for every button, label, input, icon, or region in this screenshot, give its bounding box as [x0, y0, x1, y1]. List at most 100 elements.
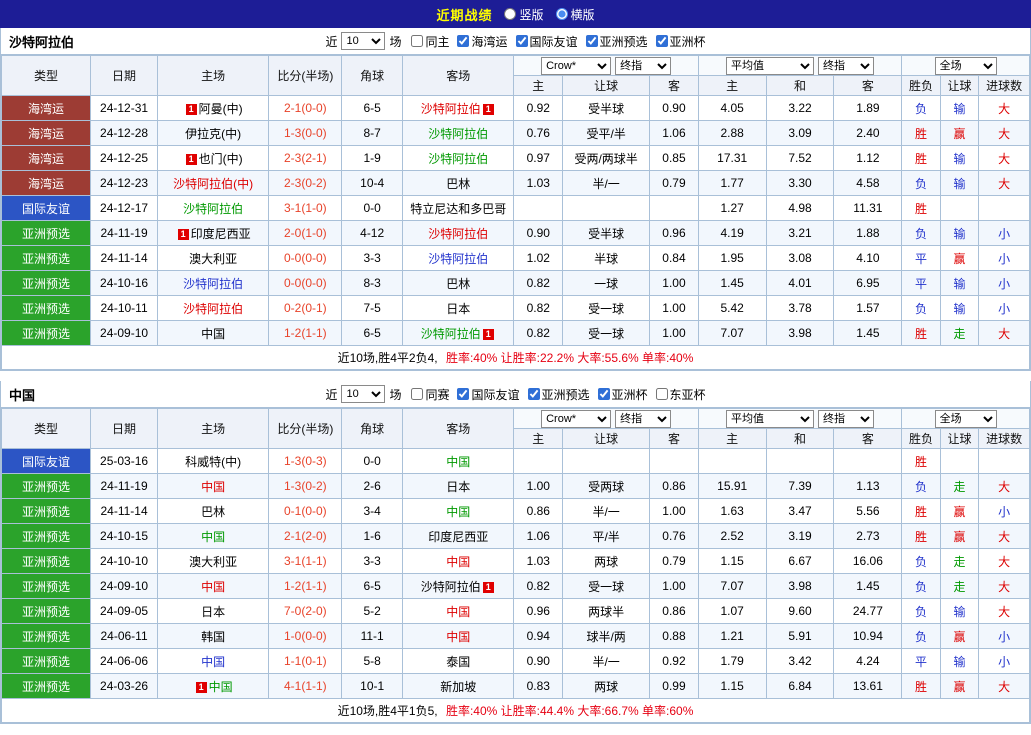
odds-handicap-cell-text: 受一球	[588, 580, 624, 594]
average-final-select[interactable]: 终指	[818, 57, 874, 75]
filter-checkbox-label: 国际友谊	[530, 33, 578, 50]
team-section-saudi-arabia: 沙特阿拉伯 近 10 场 同主海湾运国际友谊亚洲预选亚洲杯 类型 日期 主场 比…	[0, 28, 1031, 371]
filter-checkbox-option[interactable]: 亚洲预选	[586, 33, 648, 50]
competition-badge: 亚洲预选	[2, 474, 91, 499]
score-cell-text: 2-3(2-1)	[284, 151, 327, 165]
filter-checkbox-option[interactable]: 国际友谊	[516, 33, 578, 50]
avg-away-cell-text: 13.61	[853, 679, 883, 693]
avg-draw-cell: 6.84	[766, 674, 834, 699]
score-cell-text: 2-3(0-2)	[284, 176, 327, 190]
filter-checkbox[interactable]	[457, 388, 469, 400]
result-handicap-cell: 走	[940, 574, 978, 599]
date-cell: 24-09-10	[91, 321, 158, 346]
score-cell: 2-3(2-1)	[269, 146, 342, 171]
result-winloss-cell: 胜	[902, 146, 940, 171]
competition-badge-text: 亚洲预选	[22, 530, 70, 544]
score-cell-text: 2-1(0-0)	[284, 101, 327, 115]
average-final-select[interactable]: 终指	[818, 410, 874, 428]
horizontal-layout-radio[interactable]	[556, 8, 568, 20]
layout-radio-horizontal[interactable]: 横版	[556, 6, 595, 23]
average-select[interactable]: 平均值	[726, 57, 814, 75]
team-name: 沙特阿拉伯	[183, 277, 243, 291]
filter-checkbox[interactable]	[516, 35, 528, 47]
odds-home-cell	[514, 449, 563, 474]
filter-checkbox[interactable]	[656, 35, 668, 47]
avg-away-cell-text: 1.57	[856, 301, 879, 315]
date-cell: 24-09-05	[91, 599, 158, 624]
filter-checkbox[interactable]	[411, 35, 423, 47]
filter-checkbox-option[interactable]: 东亚杯	[656, 386, 706, 403]
result-winloss-cell: 胜	[902, 321, 940, 346]
result-goals-cell-text: 大	[998, 102, 1010, 116]
away-team-cell: 沙特阿拉伯1	[403, 574, 514, 599]
odds-handicap-cell: 受一球	[563, 574, 650, 599]
odds-away-cell-text: 0.84	[662, 251, 685, 265]
filter-checkbox[interactable]	[411, 388, 423, 400]
competition-badge: 国际友谊	[2, 449, 91, 474]
result-winloss-cell: 负	[902, 624, 940, 649]
odds-away-cell: 1.00	[650, 271, 699, 296]
team-name: 伊拉克(中)	[185, 127, 241, 141]
team-name: 巴林	[446, 277, 470, 291]
filter-checkbox-option[interactable]: 亚洲杯	[598, 386, 648, 403]
fulltime-select[interactable]: 全场	[935, 410, 997, 428]
avg-draw-cell-text: 6.67	[788, 554, 811, 568]
odds-away-cell-text: 1.06	[662, 126, 685, 140]
odds-home-cell-text: 0.86	[527, 504, 550, 518]
filter-checkbox[interactable]	[457, 35, 469, 47]
odds-handicap-cell: 半/一	[563, 649, 650, 674]
odds-home-cell-text: 0.76	[527, 126, 550, 140]
filter-checkbox-option[interactable]: 海湾运	[457, 33, 507, 50]
layout-radio-vertical[interactable]: 竖版	[504, 6, 543, 23]
match-row: 海湾运24-12-23沙特阿拉伯(中)2-3(0-2)10-4巴林1.03半/一…	[2, 171, 1030, 196]
team-name: 泰国	[446, 655, 470, 669]
vertical-layout-radio[interactable]	[504, 8, 516, 20]
filter-checkbox[interactable]	[656, 388, 668, 400]
avg-draw-cell-text: 3.47	[788, 504, 811, 518]
filter-checkbox-option[interactable]: 同赛	[411, 386, 449, 403]
col-header-avg-draw: 和	[766, 429, 834, 449]
result-winloss-cell: 负	[902, 171, 940, 196]
home-team-cell: 沙特阿拉伯	[157, 271, 268, 296]
avg-away-cell: 13.61	[834, 674, 902, 699]
filter-checkbox[interactable]	[586, 35, 598, 47]
competition-badge-text: 亚洲预选	[22, 505, 70, 519]
filter-checkbox-option[interactable]: 亚洲杯	[656, 33, 706, 50]
bookmaker-select[interactable]: Crow*	[541, 57, 611, 75]
odds-away-cell: 0.90	[650, 96, 699, 121]
fulltime-select[interactable]: 全场	[935, 57, 997, 75]
result-goals-cell-text: 小	[998, 252, 1010, 266]
avg-away-cell: 5.56	[834, 499, 902, 524]
result-handicap-cell: 赢	[940, 246, 978, 271]
competition-badge-text: 亚洲预选	[22, 555, 70, 569]
team-name-title: 沙特阿拉伯	[9, 32, 74, 51]
home-team-cell: 中国	[157, 649, 268, 674]
date-cell-text: 24-12-17	[100, 201, 148, 215]
filter-checkbox-option[interactable]: 亚洲预选	[528, 386, 590, 403]
competition-badge-text: 亚洲预选	[22, 327, 70, 341]
filter-checkbox-option[interactable]: 同主	[411, 33, 449, 50]
odds-away-cell: 0.76	[650, 524, 699, 549]
average-select[interactable]: 平均值	[726, 410, 814, 428]
final-odds-select[interactable]: 终指	[615, 410, 671, 428]
result-goals-cell: 大	[979, 524, 1030, 549]
result-handicap-cell: 赢	[940, 674, 978, 699]
recent-count-select[interactable]: 10	[341, 32, 385, 50]
result-winloss-cell: 胜	[902, 196, 940, 221]
away-team-cell: 中国	[403, 449, 514, 474]
odds-handicap-cell: 半/一	[563, 171, 650, 196]
odds-home-cell-text: 1.06	[527, 529, 550, 543]
bookmaker-select[interactable]: Crow*	[541, 410, 611, 428]
odds-home-cell-text: 0.82	[527, 326, 550, 340]
result-winloss-cell-text: 负	[915, 555, 927, 569]
result-winloss-cell-text: 负	[915, 177, 927, 191]
score-cell-text: 1-3(0-0)	[284, 126, 327, 140]
filter-checkbox[interactable]	[598, 388, 610, 400]
filter-checkbox[interactable]	[528, 388, 540, 400]
recent-count-select[interactable]: 10	[341, 385, 385, 403]
final-odds-select[interactable]: 终指	[615, 57, 671, 75]
odds-handicap-cell-text: 受平/半	[586, 127, 625, 141]
filter-checkbox-option[interactable]: 国际友谊	[457, 386, 519, 403]
team-name: 巴林	[446, 177, 470, 191]
competition-badge: 亚洲预选	[2, 524, 91, 549]
